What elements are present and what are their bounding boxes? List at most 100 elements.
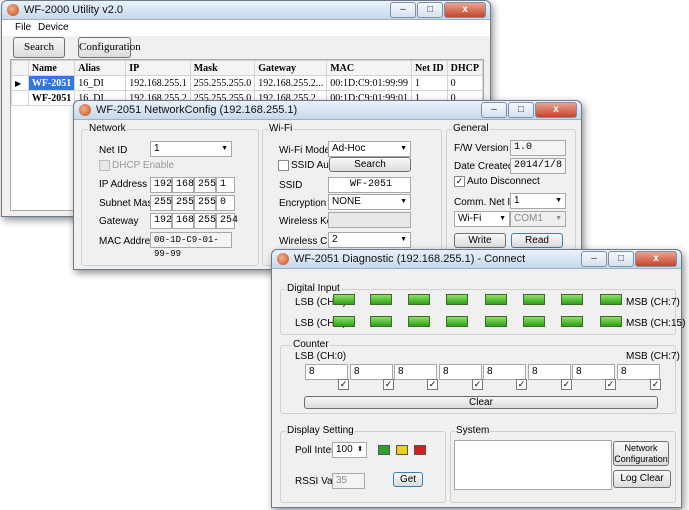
- gateway-octet-3[interactable]: 255: [194, 213, 216, 229]
- mac-field: 00-1D-C9-01-99-99: [150, 232, 232, 259]
- menu-device[interactable]: Device: [38, 22, 69, 33]
- ssid-auto-checkbox[interactable]: [278, 160, 289, 171]
- column-header[interactable]: Mask: [189, 60, 256, 76]
- counter-enable-checkbox[interactable]: ✓: [561, 379, 572, 390]
- com-port-select[interactable]: COM1 ▼: [510, 211, 566, 227]
- counter-field: 8: [483, 364, 526, 380]
- maximize-icon[interactable]: □: [608, 251, 634, 267]
- mask-label: Subnet Mask: [99, 198, 158, 209]
- ip-octet-3[interactable]: 255: [194, 177, 216, 193]
- column-header[interactable]: Gateway: [254, 60, 328, 76]
- column-header[interactable]: Alias: [74, 60, 127, 76]
- gateway-octet-4[interactable]: 254: [216, 213, 238, 229]
- color-indicator: [414, 445, 426, 455]
- netid-select[interactable]: 1 ▼: [150, 141, 232, 157]
- di-led-indicator: [446, 294, 468, 305]
- configuration-button[interactable]: Configuration: [78, 37, 141, 58]
- search-button[interactable]: Search: [13, 37, 65, 58]
- close-icon[interactable]: x: [635, 251, 677, 267]
- cell-gateway[interactable]: 192.168.255.2...: [254, 75, 328, 91]
- wireless-ch-select[interactable]: 2 ▼: [328, 232, 411, 248]
- counter-enable-checkbox[interactable]: ✓: [383, 379, 394, 390]
- chevron-down-icon: ▼: [400, 145, 407, 152]
- window-controls: – □ x: [580, 251, 677, 267]
- mask-octet-2[interactable]: 255: [172, 195, 194, 211]
- write-button[interactable]: Write: [454, 233, 506, 248]
- cell-name[interactable]: WF-2051: [27, 90, 76, 106]
- wifi-search-button[interactable]: Search: [329, 157, 411, 172]
- gateway-octet-1[interactable]: 192: [150, 213, 172, 229]
- close-icon[interactable]: x: [535, 102, 577, 118]
- di-led-indicator: [600, 316, 622, 327]
- ip-label: IP Address: [99, 179, 148, 190]
- gateway-octet-2[interactable]: 168: [172, 213, 194, 229]
- ip-octet-4[interactable]: 1: [216, 177, 235, 193]
- cell-ip[interactable]: 192.168.255.1: [125, 75, 191, 91]
- column-header[interactable]: Name: [27, 60, 76, 76]
- network-configuration-button[interactable]: Network Configuration: [613, 441, 669, 466]
- minimize-icon[interactable]: –: [581, 251, 607, 267]
- di-led-indicator: [523, 294, 545, 305]
- cell-netid[interactable]: 1: [411, 75, 448, 91]
- clear-button[interactable]: Clear: [304, 396, 658, 409]
- mask-octet-4[interactable]: 0: [216, 195, 235, 211]
- column-header[interactable]: IP: [125, 60, 191, 76]
- dhcp-checkbox[interactable]: [99, 160, 110, 171]
- poll-interval-stepper[interactable]: 100 ⬍: [332, 442, 367, 458]
- column-header[interactable]: Net ID: [411, 60, 448, 76]
- counter-enable-checkbox[interactable]: ✓: [338, 379, 349, 390]
- encryption-select[interactable]: NONE ▼: [328, 194, 411, 210]
- interface-select[interactable]: Wi-Fi ▼: [454, 211, 510, 227]
- maximize-icon[interactable]: □: [508, 102, 534, 118]
- digital-input-label: Digital Input: [286, 283, 341, 294]
- diagnostic-title: WF-2051 Diagnostic (192.168.255.1) - Con…: [294, 253, 526, 265]
- counter-field: 8: [528, 364, 571, 380]
- close-icon[interactable]: x: [444, 2, 486, 18]
- main-titlebar: WF-2000 Utility v2.0 – □ x: [2, 1, 490, 20]
- table-row[interactable]: ▶ WF-2051 16_DI 192.168.255.1 255.255.25…: [11, 75, 483, 91]
- counter-field: 8: [572, 364, 615, 380]
- wireless-ch-label: Wireless CH: [279, 236, 335, 247]
- cell-mac[interactable]: 00:1D:C9:01:99:99: [326, 75, 413, 91]
- cell-alias[interactable]: 16_DI: [74, 75, 127, 91]
- counter-field: 8: [617, 364, 660, 380]
- row-selector[interactable]: [11, 90, 29, 106]
- counter-enable-checkbox[interactable]: ✓: [516, 379, 527, 390]
- chevron-down-icon: ▼: [400, 198, 407, 205]
- ssid-input[interactable]: WF-2051: [328, 177, 411, 193]
- ip-octet-1[interactable]: 192: [150, 177, 172, 193]
- chevron-down-icon: ▼: [499, 215, 506, 222]
- mask-octet-3[interactable]: 255: [194, 195, 216, 211]
- row-selector-icon[interactable]: ▶: [11, 75, 29, 91]
- mask-octet-1[interactable]: 255: [150, 195, 172, 211]
- minimize-icon[interactable]: –: [390, 2, 416, 18]
- stepper-arrows-icon[interactable]: ⬍: [357, 443, 363, 457]
- counter-enable-checkbox[interactable]: ✓: [605, 379, 616, 390]
- column-header[interactable]: DHCP: [446, 60, 483, 76]
- read-button[interactable]: Read: [511, 233, 563, 248]
- wireless-key-input[interactable]: [328, 212, 411, 228]
- netconfig-titlebar: WF-2051 NetworkConfig (192.168.255.1) – …: [74, 101, 581, 120]
- auto-disconnect-checkbox[interactable]: ✓: [454, 176, 465, 187]
- chevron-down-icon: ▼: [555, 215, 562, 222]
- di-led-indicator: [333, 316, 355, 327]
- counter-enable-checkbox[interactable]: ✓: [472, 379, 483, 390]
- cell-name[interactable]: WF-2051: [27, 75, 76, 91]
- counter-label: Counter: [292, 339, 330, 350]
- maximize-icon[interactable]: □: [417, 2, 443, 18]
- minimize-icon[interactable]: –: [481, 102, 507, 118]
- cell-dhcp[interactable]: 0: [446, 75, 483, 91]
- column-header[interactable]: MAC: [326, 60, 413, 76]
- get-button[interactable]: Get: [393, 472, 423, 487]
- fw-field: 1.0: [510, 140, 566, 156]
- cell-mask[interactable]: 255.255.255.0: [189, 75, 256, 91]
- menu-file[interactable]: File: [15, 22, 31, 33]
- log-clear-button[interactable]: Log Clear: [613, 470, 671, 488]
- di-led-indicator: [600, 294, 622, 305]
- system-log[interactable]: [454, 440, 612, 490]
- counter-enable-checkbox[interactable]: ✓: [427, 379, 438, 390]
- wifi-modes-select[interactable]: Ad-Hoc ▼: [328, 141, 411, 157]
- counter-enable-checkbox[interactable]: ✓: [650, 379, 661, 390]
- comm-netid-select[interactable]: 1 ▼: [510, 193, 566, 209]
- ip-octet-2[interactable]: 168: [172, 177, 194, 193]
